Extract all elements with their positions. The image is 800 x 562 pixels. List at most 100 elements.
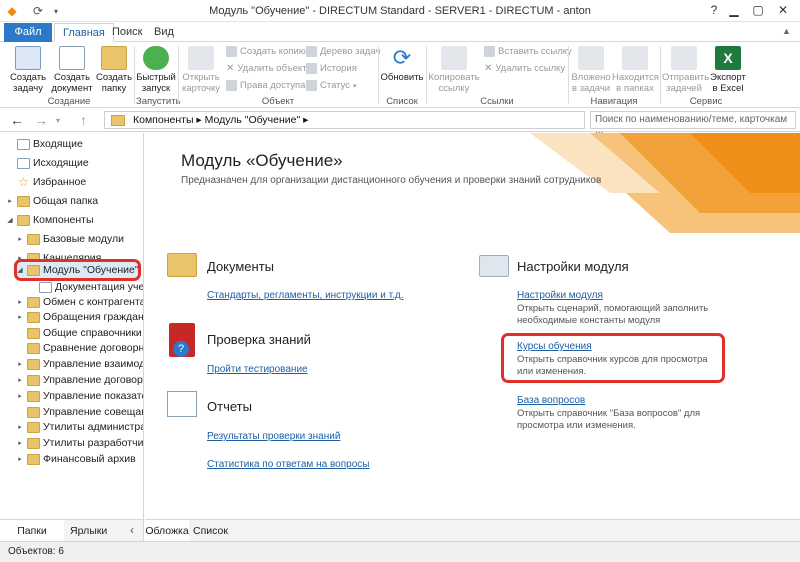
located-in-folders-button[interactable]: Находится в папках <box>612 46 659 94</box>
folder-icon <box>27 327 40 339</box>
ribbon-separator <box>660 46 661 104</box>
inbox-icon <box>17 138 30 150</box>
link-standards[interactable]: Стандарты, регламенты, инструкции и т.д. <box>207 290 403 301</box>
tab-search[interactable]: Поиск <box>104 23 150 42</box>
link-answer-stats[interactable]: Статистика по ответам на вопросы <box>207 459 369 470</box>
ribbon-separator <box>378 46 379 104</box>
task-tree-button[interactable]: Дерево задач <box>306 46 380 57</box>
group-service-label: Сервис <box>689 96 723 107</box>
export-excel-button[interactable]: X Экспорт в Excel <box>708 46 748 94</box>
access-rights-button[interactable]: Права доступа <box>226 80 305 91</box>
send-icon <box>671 46 697 70</box>
task-nested-icon <box>578 46 604 70</box>
dropdown-icon: ▾ <box>353 82 357 90</box>
status-button[interactable]: Статус ▾ <box>306 80 357 91</box>
tab-shortcuts[interactable]: Ярлыки <box>70 525 107 537</box>
task-icon <box>15 46 41 70</box>
create-copy-button[interactable]: Создать копию <box>226 46 306 57</box>
tab-file[interactable]: Файл <box>4 23 52 42</box>
back-arrow-icon[interactable]: ← <box>10 112 24 128</box>
excel-icon: X <box>715 46 741 70</box>
title-bar: ◆ ⟳ ▾ Модуль "Обучение" - DIRECTUM Stand… <box>0 0 800 22</box>
section-reports-title: Отчеты <box>207 399 252 414</box>
tree-item-finance-archive[interactable]: ▸ Финансовый архив <box>16 450 135 468</box>
navigation-tree: Входящие Исходящие ☆ Избранное ▸ Общая пап… <box>0 133 144 519</box>
up-arrow-icon[interactable]: ↑ <box>80 112 87 128</box>
folder-icon <box>27 342 40 354</box>
tab-list[interactable]: Список <box>193 525 228 537</box>
link-test-results[interactable]: Результаты проверки знаний <box>207 431 340 442</box>
question-base-description: Открыть справочник "База вопросов" для п… <box>517 408 701 431</box>
tree-item-base-modules[interactable]: ▸ Базовые модули <box>16 230 124 248</box>
highlight-training-courses <box>501 333 725 383</box>
address-path: Компоненты ▸ Модуль "Обучение" ▸ <box>133 114 309 126</box>
quick-run-button[interactable]: Быстрый запуск <box>136 46 176 94</box>
link-question-base[interactable]: База вопросов <box>517 395 585 406</box>
group-list-label: Список <box>386 96 418 107</box>
link-icon <box>441 46 467 70</box>
delete-icon: ✕ <box>484 63 493 74</box>
page-subtitle: Предназначен для организации дистанционн… <box>181 175 602 186</box>
tree-item-shared-folder[interactable]: ▸ Общая папка <box>6 192 98 210</box>
document-icon <box>39 281 52 293</box>
card-icon <box>188 46 214 70</box>
paste-icon <box>484 46 495 57</box>
folder-locate-icon <box>622 46 648 70</box>
create-task-button[interactable]: Создать задачу <box>6 46 50 94</box>
tree-bottom-tabs: Папки Ярлыки ‹ <box>0 519 144 541</box>
create-folder-button[interactable]: Создать папку <box>96 46 132 94</box>
collapse-ribbon-icon[interactable]: ▲ <box>782 26 791 36</box>
main-content: Модуль «Обучение» Предназначен для орган… <box>145 133 800 519</box>
question-icon: ? <box>173 341 189 357</box>
history-button[interactable]: История <box>306 63 357 74</box>
forward-arrow-icon[interactable]: → <box>34 112 48 128</box>
history-dropdown-icon[interactable]: ▾ <box>56 116 60 125</box>
ribbon-separator <box>426 46 427 104</box>
collapse-panel-icon[interactable]: ‹ <box>130 523 134 537</box>
paste-link-button[interactable]: Вставить ссылку <box>484 46 572 57</box>
close-button[interactable]: ✕ <box>768 0 798 20</box>
tree-item-inbox[interactable]: Входящие <box>6 135 83 153</box>
object-count: Объектов: 6 <box>8 546 64 557</box>
copy-link-button[interactable]: Копировать ссылку <box>428 46 480 94</box>
refresh-button[interactable]: ⟳ Обновить <box>380 46 424 84</box>
tree-item-favorites[interactable]: ☆ Избранное <box>6 173 86 191</box>
ribbon-separator <box>134 46 135 104</box>
create-document-button[interactable]: Создать документ <box>50 46 94 94</box>
link-take-test[interactable]: Пройти тестирование <box>207 364 308 375</box>
view-tabs: Обложка Список <box>145 519 800 541</box>
open-card-button[interactable]: Открыть карточку <box>180 46 222 94</box>
tab-cover[interactable]: Обложка <box>145 520 189 541</box>
link-module-settings[interactable]: Настройки модуля <box>517 290 603 301</box>
status-icon <box>306 80 317 91</box>
group-object-label: Объект <box>261 96 295 107</box>
folder-icon <box>27 311 40 323</box>
group-run-label: Запустить <box>136 96 181 107</box>
send-task-button[interactable]: Отправить задачей <box>662 46 709 94</box>
window-title: Модуль "Обучение" - DIRECTUM Standard - … <box>209 5 591 17</box>
address-bar[interactable]: Компоненты ▸ Модуль "Обучение" ▸ <box>104 111 585 129</box>
tree-item-components[interactable]: ◢ Компоненты <box>6 211 93 229</box>
section-settings-title: Настройки модуля <box>517 259 629 274</box>
tree-icon <box>306 46 317 57</box>
tab-view[interactable]: Вид <box>146 23 182 42</box>
group-links-label: Ссылки <box>480 96 514 107</box>
documents-folder-icon <box>167 253 197 277</box>
status-bar: Объектов: 6 <box>0 541 800 562</box>
delete-object-button[interactable]: ✕ Удалить объект <box>226 63 307 74</box>
play-icon <box>143 46 169 70</box>
nested-in-tasks-button[interactable]: Вложено в задачи <box>570 46 612 94</box>
search-input[interactable]: Поиск по наименованию/теме, карточкам ..… <box>590 111 796 136</box>
folder-icon <box>27 453 40 465</box>
document-icon <box>59 46 85 70</box>
tree-item-outbox[interactable]: Исходящие <box>6 154 89 172</box>
folder-icon <box>27 233 40 245</box>
group-navigation-label: Навигация <box>590 96 638 107</box>
star-icon: ☆ <box>18 174 29 189</box>
page-title: Модуль «Обучение» <box>181 151 343 170</box>
folder-icon <box>27 390 40 402</box>
ribbon-separator <box>178 46 179 104</box>
delete-link-button[interactable]: ✕ Удалить ссылку <box>484 63 565 74</box>
history-icon <box>306 63 317 74</box>
tab-folders[interactable]: Папки <box>0 520 64 541</box>
